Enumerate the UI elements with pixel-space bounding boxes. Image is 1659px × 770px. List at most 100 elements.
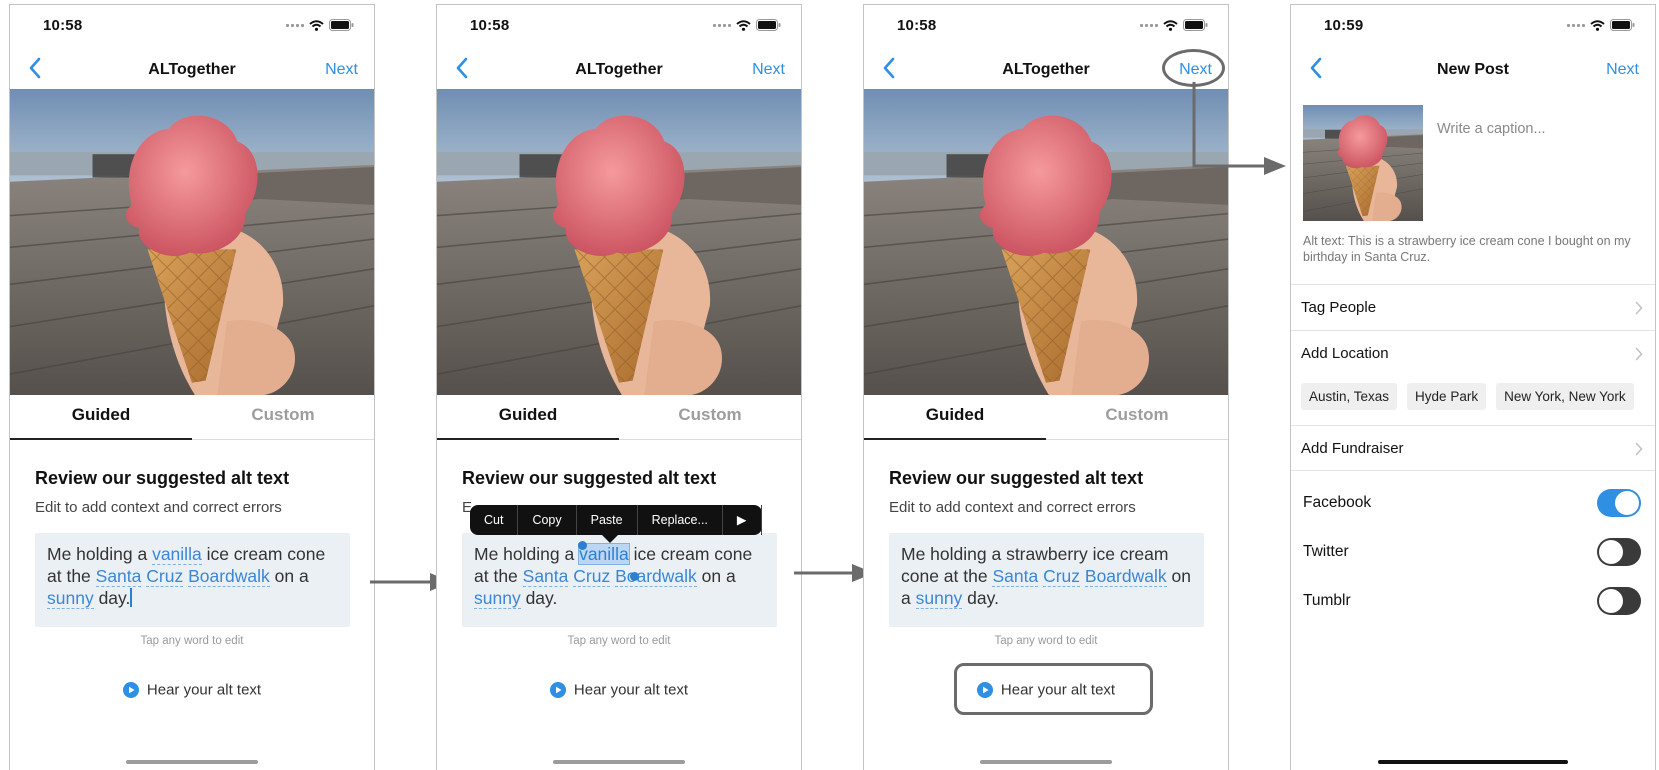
add-fundraiser-row[interactable]: Add Fundraiser <box>1291 425 1655 471</box>
edit-context-menu: Cut Copy Paste Replace... ▶ <box>470 505 762 543</box>
status-icons <box>1567 19 1635 31</box>
alt-text-segment: Me holding a <box>474 544 580 564</box>
menu-replace[interactable]: Replace... <box>638 505 723 535</box>
tag-people-label: Tag People <box>1301 299 1377 316</box>
editable-word[interactable]: Santa <box>522 566 569 587</box>
tumblr-toggle[interactable] <box>1597 587 1641 615</box>
nav-title: ALTogether <box>148 61 236 78</box>
next-button[interactable]: Next <box>1606 61 1639 79</box>
tag-people-row[interactable]: Tag People <box>1291 284 1655 330</box>
section-heading: Review our suggested alt text <box>462 468 717 488</box>
phone-screen-word-selected: 10:58 ALTogether Next Guided Custom Revi… <box>436 4 802 770</box>
status-icons <box>713 19 781 31</box>
editable-word[interactable]: Cruz <box>1043 566 1081 587</box>
location-chip[interactable]: Hyde Park <box>1407 383 1487 410</box>
selection-handle-end[interactable] <box>630 572 639 581</box>
editable-word[interactable]: Cruz <box>146 566 184 587</box>
next-button[interactable]: Next <box>752 61 785 79</box>
tab-custom[interactable]: Custom <box>1046 395 1228 438</box>
edit-hint: Tap any word to edit <box>567 635 671 647</box>
editable-word[interactable]: vanilla <box>152 544 202 565</box>
location-chip[interactable]: Austin, Texas <box>1301 383 1398 410</box>
toggle-knob <box>1615 491 1639 515</box>
play-circle-icon <box>123 682 139 698</box>
editable-word[interactable]: Cruz <box>573 566 611 587</box>
location-chip[interactable]: New York, New York <box>1496 383 1634 410</box>
menu-paste[interactable]: Paste <box>577 505 638 535</box>
battery-icon <box>1183 19 1208 31</box>
alt-text-editor[interactable]: Me holding a vanilla ice cream cone at t… <box>35 533 350 627</box>
status-icons <box>1140 19 1208 31</box>
editable-word[interactable]: Boardwalk <box>1084 566 1167 587</box>
section-heading: Review our suggested alt text <box>35 468 290 488</box>
menu-more-arrow-icon[interactable]: ▶ <box>723 505 762 535</box>
alt-text-segment: on a <box>696 566 736 586</box>
alt-text-segment: day. <box>962 588 999 608</box>
nav-bar: New Post Next <box>1291 49 1655 89</box>
battery-icon <box>1610 19 1635 31</box>
editable-word[interactable]: sunny <box>47 588 94 609</box>
hear-alt-text-label: Hear your alt text <box>573 681 689 699</box>
home-indicator <box>126 760 258 764</box>
ice-cream-photo <box>10 89 374 395</box>
location-suggestions: Austin, Texas Hyde Park New York, New Yo… <box>1301 383 1634 410</box>
phone-screen-guided-edit: 10:58 ALTogether Next Guided Custom Revi… <box>9 4 375 770</box>
mode-tabs: Guided Custom <box>10 395 374 440</box>
menu-cut[interactable]: Cut <box>470 505 519 535</box>
chevron-right-icon <box>1635 301 1643 315</box>
alt-text-segment: on a <box>269 566 309 586</box>
signal-icon <box>286 23 304 27</box>
alt-text-segment: day. <box>93 588 131 608</box>
status-bar: 10:58 <box>437 5 801 45</box>
status-bar: 10:59 <box>1291 5 1655 45</box>
tab-custom[interactable]: Custom <box>619 395 801 438</box>
editable-word[interactable]: Santa <box>95 566 142 587</box>
twitter-toggle[interactable] <box>1597 538 1641 566</box>
toggle-knob <box>1599 589 1623 613</box>
alt-text-editor[interactable]: Me holding a strawberry ice cream cone a… <box>889 533 1204 627</box>
status-bar: 10:58 <box>10 5 374 45</box>
tab-guided[interactable]: Guided <box>10 395 192 440</box>
section-subheading: Edit to add context and correct errors <box>35 499 282 516</box>
nav-bar: ALTogether Next <box>10 49 374 89</box>
hear-alt-text-button[interactable]: Hear your alt text <box>437 681 801 699</box>
wifi-icon <box>309 19 324 31</box>
status-time: 10:58 <box>43 17 83 34</box>
chevron-right-icon <box>1635 442 1643 456</box>
phone-screen-new-post: 10:59 New Post Next Write a caption... A… <box>1290 4 1656 770</box>
hear-alt-text-button[interactable]: Hear your alt text <box>10 681 374 699</box>
post-thumbnail <box>1303 105 1423 221</box>
status-time: 10:58 <box>897 17 937 34</box>
facebook-toggle[interactable] <box>1597 489 1641 517</box>
add-location-row[interactable]: Add Location <box>1291 330 1655 376</box>
tab-custom[interactable]: Custom <box>192 395 374 438</box>
signal-icon <box>1140 23 1158 27</box>
status-bar: 10:58 <box>864 5 1228 45</box>
alt-text-editor[interactable]: Me holding a vanilla ice cream cone at t… <box>462 533 777 627</box>
editable-word[interactable]: sunny <box>474 588 521 609</box>
editable-word[interactable]: sunny <box>915 588 963 609</box>
editable-word[interactable]: Boardwalk <box>615 566 697 587</box>
battery-icon <box>756 19 781 31</box>
section-heading: Review our suggested alt text <box>889 468 1144 488</box>
editable-word[interactable]: Santa <box>992 566 1039 587</box>
menu-pointer <box>602 535 618 543</box>
status-time: 10:58 <box>470 17 510 34</box>
tab-guided[interactable]: Guided <box>437 395 619 440</box>
caption-input[interactable]: Write a caption... <box>1437 121 1546 137</box>
selection-handle-start[interactable] <box>578 541 587 550</box>
toggle-knob <box>1599 540 1623 564</box>
flow-connector-arrow <box>1192 82 1286 175</box>
chevron-right-icon <box>1635 347 1643 361</box>
share-label: Tumblr <box>1303 592 1351 609</box>
wifi-icon <box>1163 19 1178 31</box>
tab-guided[interactable]: Guided <box>864 395 1046 440</box>
next-button[interactable]: Next <box>325 61 358 79</box>
nav-bar: ALTogether Next <box>437 49 801 89</box>
add-location-label: Add Location <box>1301 345 1389 362</box>
mode-tabs: Guided Custom <box>437 395 801 440</box>
editable-word[interactable]: Boardwalk <box>188 566 270 587</box>
menu-copy[interactable]: Copy <box>518 505 577 535</box>
alt-text-segment: Me holding a <box>47 544 153 564</box>
edit-hint: Tap any word to edit <box>994 635 1098 647</box>
